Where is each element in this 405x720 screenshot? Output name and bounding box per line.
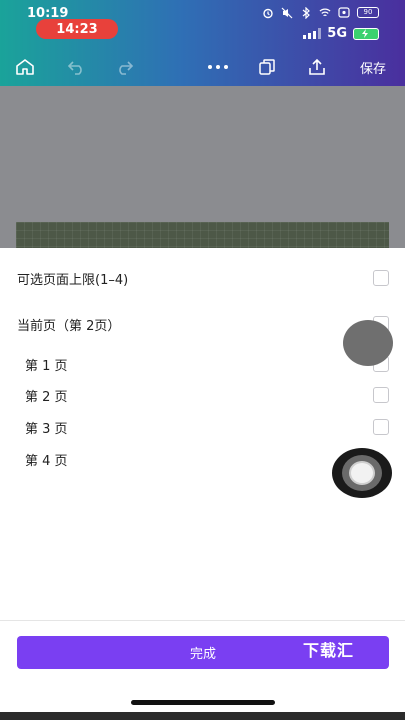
watermark: 下载汇	[303, 641, 355, 660]
mute-icon	[281, 7, 293, 18]
floating-drag-handle[interactable]	[343, 320, 393, 366]
home-button[interactable]	[12, 54, 38, 80]
network-type: 5G	[327, 26, 347, 41]
page-row-3[interactable]: 第 3 页	[0, 413, 405, 441]
share-icon	[307, 58, 327, 76]
page-label: 第 4 页	[25, 453, 68, 469]
max-pages-label: 可选页面上限(1–4)	[17, 272, 129, 288]
assistive-touch-button[interactable]	[332, 448, 392, 498]
pages-button[interactable]	[254, 54, 280, 80]
home-indicator[interactable]	[131, 700, 275, 705]
signal-row: 5G	[303, 26, 379, 41]
battery-icon: 90	[357, 7, 379, 18]
current-page-label: 当前页（第 2页）	[17, 318, 121, 334]
max-pages-row[interactable]: 可选页面上限(1–4)	[0, 264, 405, 292]
wifi-icon	[319, 8, 331, 18]
share-button[interactable]	[304, 54, 330, 80]
redo-icon	[114, 59, 134, 75]
status-icons: 90	[262, 6, 379, 19]
canvas-area	[0, 86, 405, 252]
assistive-touch-ring	[342, 455, 382, 491]
divider	[0, 620, 405, 621]
bluetooth-icon	[300, 6, 312, 19]
max-pages-checkbox[interactable]	[373, 270, 389, 286]
bottom-edge	[0, 712, 405, 720]
page-2-checkbox[interactable]	[373, 387, 389, 403]
page-label: 第 3 页	[25, 421, 68, 437]
nfc-icon	[338, 7, 350, 18]
charging-battery-icon	[353, 27, 379, 40]
save-label: 保存	[359, 61, 386, 77]
call-timer-pill[interactable]: 14:23	[36, 19, 118, 39]
home-icon	[15, 58, 35, 76]
page-row-1[interactable]: 第 1 页	[0, 350, 405, 378]
page-row-2[interactable]: 第 2 页	[0, 381, 405, 409]
page-label: 第 1 页	[25, 358, 68, 374]
page-label: 第 2 页	[25, 389, 68, 405]
editor-toolbar: 保存	[0, 54, 405, 80]
undo-button[interactable]	[64, 54, 90, 80]
screen: 10:19 14:23 90 5G 保存 可选页面上限(1–4) 当前页（第 2…	[0, 0, 405, 720]
save-button[interactable]: 保存	[355, 54, 391, 80]
assistive-touch-core	[349, 461, 375, 485]
alarm-icon	[262, 8, 274, 18]
pages-icon	[258, 58, 276, 76]
undo-icon	[67, 59, 87, 75]
signal-icon	[303, 28, 322, 39]
redo-button[interactable]	[111, 54, 137, 80]
more-icon	[207, 64, 229, 70]
more-button[interactable]	[204, 54, 232, 80]
app-header: 10:19 14:23 90 5G 保存	[0, 0, 405, 86]
page-3-checkbox[interactable]	[373, 419, 389, 435]
